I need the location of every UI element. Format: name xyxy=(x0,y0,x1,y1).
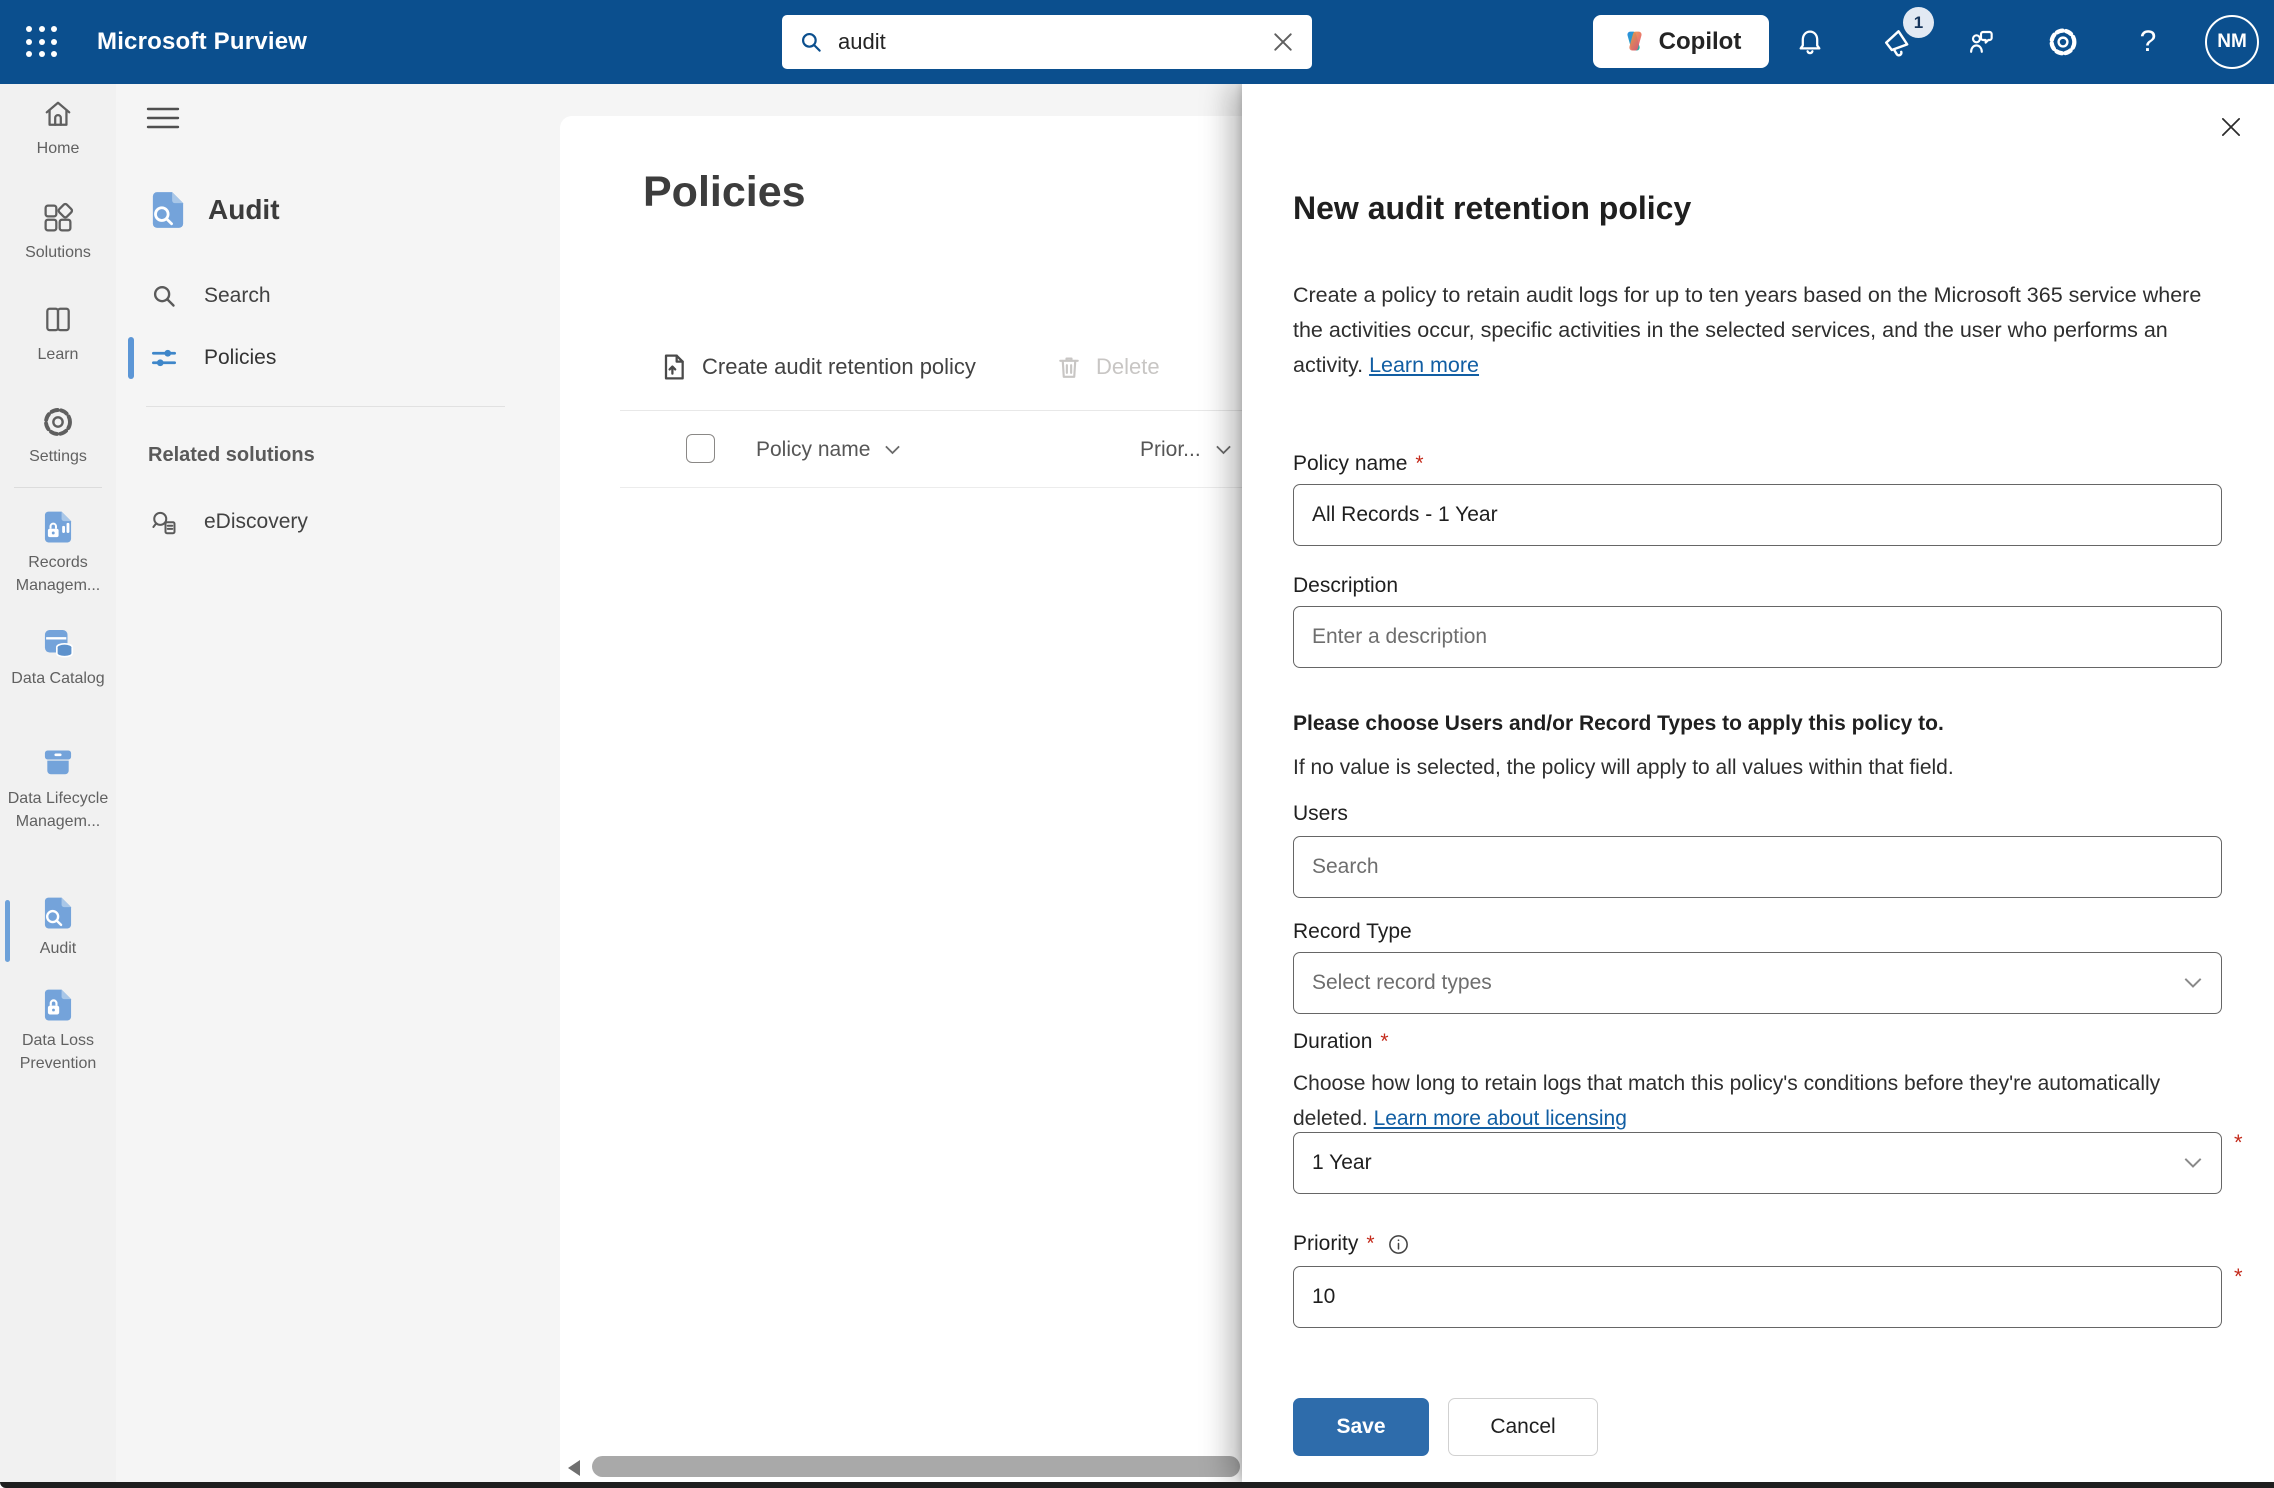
column-header-priority[interactable]: Prior... xyxy=(1140,438,1232,462)
scope-section-note: If no value is selected, the policy will… xyxy=(1293,750,2222,785)
scope-section-heading: Please choose Users and/or Record Types … xyxy=(1293,712,2222,736)
page-title: Policies xyxy=(643,168,806,217)
duration-required-asterisk: * xyxy=(2234,1130,2243,1156)
scrollbar-thumb[interactable] xyxy=(592,1456,1240,1477)
policy-name-label: Policy name* xyxy=(1293,452,1424,476)
sidebar-title-row: Audit xyxy=(116,184,560,236)
duration-note: Choose how long to retain logs that matc… xyxy=(1293,1066,2222,1136)
copilot-button[interactable]: Copilot xyxy=(1593,15,1769,68)
search-icon xyxy=(149,281,179,311)
rail-item-records-management[interactable]: Records Managem... xyxy=(0,508,116,597)
sidebar-divider xyxy=(146,406,505,407)
copilot-icon xyxy=(1621,28,1648,55)
data-loss-prevention-icon xyxy=(39,986,77,1024)
column-header-policy-name[interactable]: Policy name xyxy=(756,438,901,462)
audit-icon xyxy=(39,894,77,932)
sidebar-item-ediscovery[interactable]: eDiscovery xyxy=(116,496,560,548)
close-icon[interactable] xyxy=(2216,112,2246,142)
duration-dropdown[interactable]: 1 Year xyxy=(1293,1132,2222,1194)
search-icon xyxy=(798,29,824,55)
chevron-down-icon xyxy=(2183,976,2203,990)
rail-item-audit[interactable]: Audit xyxy=(0,894,116,960)
licensing-link[interactable]: Learn more about licensing xyxy=(1374,1107,1627,1130)
rail-item-data-lifecycle-management[interactable]: Data Lifecycle Managem... xyxy=(0,744,116,833)
new-policy-panel: New audit retention policy Create a poli… xyxy=(1242,84,2274,1482)
chevron-down-icon xyxy=(884,444,901,456)
clear-search-icon[interactable] xyxy=(1270,29,1296,55)
priority-label: Priority* xyxy=(1293,1232,1410,1256)
brand-title: Microsoft Purview xyxy=(97,0,307,84)
global-search[interactable] xyxy=(782,15,1312,69)
rail-item-learn[interactable]: Learn xyxy=(0,302,116,366)
scroll-left-arrow[interactable] xyxy=(568,1460,580,1476)
gear-icon xyxy=(40,404,76,440)
learn-more-link[interactable]: Learn more xyxy=(1369,353,1479,377)
records-management-icon xyxy=(39,508,77,546)
delete-button[interactable]: Delete xyxy=(1054,344,1160,390)
copilot-label: Copilot xyxy=(1659,28,1742,56)
home-icon xyxy=(40,96,76,132)
search-input[interactable] xyxy=(838,29,1270,55)
rail-item-data-catalog[interactable]: Data Catalog xyxy=(0,624,116,690)
ediscovery-icon xyxy=(149,507,179,537)
policies-sliders-icon xyxy=(149,343,179,373)
save-button[interactable]: Save xyxy=(1293,1398,1429,1456)
duration-label: Duration* xyxy=(1293,1030,1389,1054)
rail-divider xyxy=(14,487,102,488)
rail-item-data-loss-prevention[interactable]: Data Loss Prevention xyxy=(0,986,116,1075)
feedback-icon[interactable] xyxy=(1961,22,2001,62)
top-bar: Microsoft Purview Copilot xyxy=(0,0,2274,84)
left-rail: Home Solutions Learn Settings xyxy=(0,84,116,1482)
settings-gear-icon[interactable] xyxy=(2043,22,2083,62)
chevron-down-icon xyxy=(1215,444,1232,456)
data-lifecycle-management-icon xyxy=(39,744,77,782)
priority-input[interactable] xyxy=(1293,1266,2222,1328)
record-type-label: Record Type xyxy=(1293,920,1412,944)
related-solutions-header: Related solutions xyxy=(148,444,315,467)
sidebar-item-search[interactable]: Search xyxy=(116,270,560,322)
rail-item-home[interactable]: Home xyxy=(0,96,116,160)
audit-solution-icon xyxy=(146,188,190,232)
rail-item-solutions[interactable]: Solutions xyxy=(0,200,116,264)
cancel-button[interactable]: Cancel xyxy=(1448,1398,1598,1456)
users-search-input[interactable] xyxy=(1293,836,2222,898)
app-launcher-icon[interactable] xyxy=(22,22,62,62)
record-type-dropdown[interactable]: Select record types xyxy=(1293,952,2222,1014)
solutions-icon xyxy=(40,200,76,236)
panel-intro: Create a policy to retain audit logs for… xyxy=(1293,278,2222,383)
description-label: Description xyxy=(1293,574,1398,598)
trash-icon xyxy=(1054,352,1084,382)
description-input[interactable] xyxy=(1293,606,2222,668)
help-icon[interactable]: ? xyxy=(2128,22,2168,62)
create-policy-button[interactable]: Create audit retention policy xyxy=(658,344,976,390)
data-catalog-icon xyxy=(39,624,77,662)
notifications-bell-icon[interactable] xyxy=(1790,22,1830,62)
sidebar-title: Audit xyxy=(208,194,280,226)
panel-title: New audit retention policy xyxy=(1293,190,1691,227)
collapse-menu-icon[interactable] xyxy=(146,104,180,132)
policy-name-input[interactable] xyxy=(1293,484,2222,546)
select-all-checkbox[interactable] xyxy=(686,434,715,463)
window-bottom-edge xyxy=(0,1482,2274,1488)
users-label: Users xyxy=(1293,802,1348,826)
rail-item-settings[interactable]: Settings xyxy=(0,404,116,468)
new-document-icon xyxy=(658,351,690,383)
chevron-down-icon xyxy=(2183,1156,2203,1170)
sidebar-selected-indicator xyxy=(128,337,134,379)
audit-sidebar: Audit Search Policies Related solutions xyxy=(116,84,560,1482)
sidebar-item-policies[interactable]: Policies xyxy=(116,332,560,384)
info-icon[interactable] xyxy=(1387,1233,1410,1256)
notification-badge: 1 xyxy=(1903,7,1934,38)
learn-icon xyxy=(40,302,76,338)
priority-required-asterisk: * xyxy=(2234,1264,2243,1290)
avatar[interactable]: NM xyxy=(2205,15,2259,69)
